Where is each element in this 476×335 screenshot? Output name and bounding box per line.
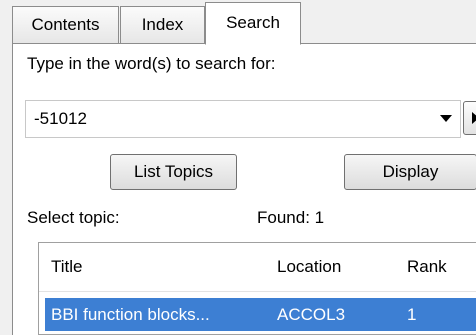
list-topics-button[interactable]: List Topics	[110, 154, 237, 190]
result-row[interactable]: BBI function blocks... ACCOL3 1	[45, 298, 476, 331]
dropdown-arrow-icon[interactable]	[440, 115, 452, 122]
column-header-title[interactable]: Title	[51, 257, 83, 277]
search-prompt-label: Type in the word(s) to search for:	[27, 54, 276, 73]
column-header-rank[interactable]: Rank	[407, 257, 447, 277]
search-input[interactable]: -51012	[34, 109, 87, 129]
select-topic-label: Select topic:	[27, 208, 120, 227]
result-location: ACCOL3	[277, 305, 346, 324]
found-count: Found: 1	[257, 208, 325, 227]
right-arrow-icon	[472, 112, 476, 124]
tab-index[interactable]: Index	[120, 6, 205, 44]
result-title: BBI function blocks...	[51, 305, 210, 324]
results-list[interactable]: Title Location Rank BBI function blocks.…	[38, 242, 476, 335]
results-header: Title Location Rank	[39, 243, 476, 292]
result-rank: 1	[407, 305, 417, 324]
column-header-location[interactable]: Location	[277, 257, 341, 277]
add-to-search-button[interactable]	[463, 101, 476, 135]
tab-bar: Contents Index Search	[0, 0, 476, 45]
search-panel: Type in the word(s) to search for: -5101…	[12, 44, 476, 335]
tab-search[interactable]: Search	[205, 2, 301, 45]
display-button[interactable]: Display	[344, 154, 476, 190]
tab-contents[interactable]: Contents	[12, 6, 119, 44]
search-combobox[interactable]: -51012	[25, 100, 461, 138]
